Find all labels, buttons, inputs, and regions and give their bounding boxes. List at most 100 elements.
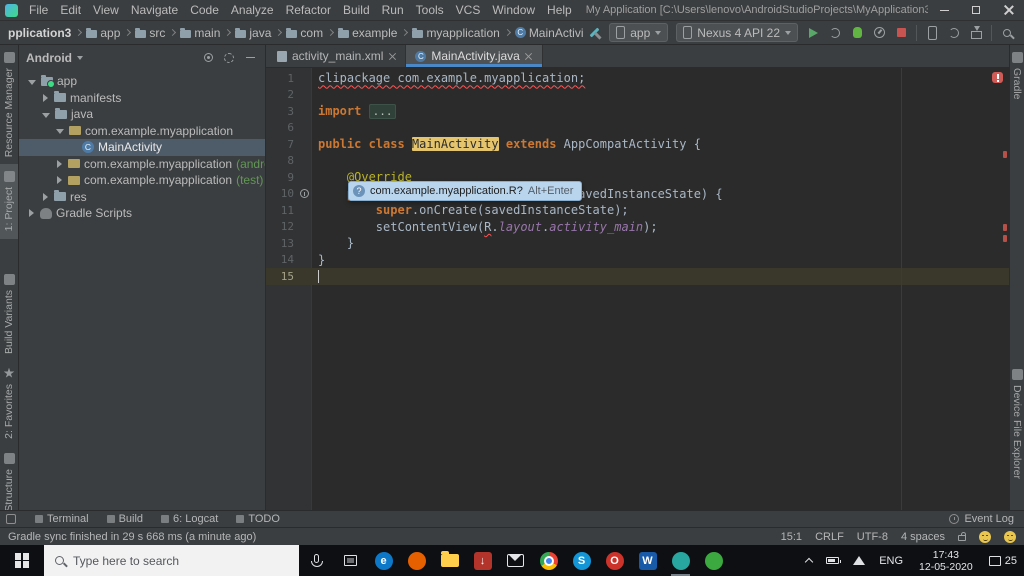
run-configuration-select[interactable]: app [609, 23, 669, 42]
indent-setting[interactable]: 4 spaces [901, 531, 945, 543]
taskbar-opera[interactable]: O [598, 545, 631, 576]
tree-item-java[interactable]: java [19, 106, 265, 123]
stop-button[interactable] [890, 23, 912, 43]
taskbar-skype[interactable]: S [565, 545, 598, 576]
apply-changes-button[interactable] [824, 23, 846, 43]
menu-help[interactable]: Help [541, 0, 578, 20]
taskbar-edge[interactable]: e [367, 545, 400, 576]
project-view-selector[interactable]: Android [26, 51, 72, 65]
tool-stripe-7-structure[interactable]: 7: Structure [0, 446, 18, 510]
menu-vcs[interactable]: VCS [450, 0, 487, 20]
tab-activity-main-xml[interactable]: activity_main.xml [268, 45, 407, 67]
search-everywhere-button[interactable] [996, 23, 1018, 43]
profile-button[interactable] [868, 23, 890, 43]
device-select[interactable]: Nexus 4 API 22 [676, 23, 798, 42]
menu-file[interactable]: File [23, 0, 54, 20]
taskbar-clock[interactable]: 17:43 12-05-2020 [910, 549, 982, 573]
breadcrumb-main[interactable]: main [178, 26, 222, 40]
taskbar-camera[interactable] [697, 545, 730, 576]
error-stripe-mark[interactable] [1003, 235, 1007, 242]
taskbar-idm[interactable]: ↓ [466, 545, 499, 576]
mood-smiley-icon[interactable] [1004, 530, 1016, 543]
close-button[interactable] [992, 0, 1024, 20]
task-view-button[interactable] [333, 545, 367, 576]
event-log-button[interactable]: Event Log [949, 513, 1018, 525]
taskbar-mail[interactable] [499, 545, 532, 576]
code-line-1[interactable]: 1 clipackage com.example.myapplication; [266, 70, 1009, 87]
code-line-15[interactable]: 15 [266, 268, 1009, 285]
code-line-8[interactable]: 8 [266, 153, 1009, 170]
tray-expand-button[interactable] [799, 545, 819, 576]
build-project-button[interactable] [583, 23, 605, 43]
toolwindow-todo[interactable]: TODO [227, 513, 289, 525]
menu-navigate[interactable]: Navigate [125, 0, 184, 20]
tree-item-gradle-scripts[interactable]: Gradle Scripts [19, 205, 265, 222]
toolwindow-switcher-icon[interactable] [6, 514, 16, 524]
tree-item-com-example-myapplication[interactable]: com.example.myapplication [19, 123, 265, 140]
intention-tooltip[interactable]: ? com.example.myapplication.R? Alt+Enter [348, 181, 583, 201]
locate-file-button[interactable] [200, 50, 216, 66]
tool-stripe-device-file-explorer[interactable]: Device File Explorer [1010, 362, 1024, 486]
caret-position[interactable]: 15:1 [781, 531, 802, 543]
taskbar-firefox[interactable] [400, 545, 433, 576]
minimize-button[interactable] [928, 0, 960, 20]
action-center-button[interactable]: 25 [982, 545, 1024, 576]
toolwindow-build[interactable]: Build [98, 513, 152, 525]
language-indicator[interactable]: ENG [872, 545, 910, 576]
menu-tools[interactable]: Tools [410, 0, 450, 20]
breadcrumb-app[interactable]: app [84, 26, 122, 40]
override-marker-icon[interactable] [300, 189, 309, 198]
start-button[interactable] [0, 545, 44, 576]
error-indicator-icon[interactable] [992, 72, 1003, 83]
code-line-12[interactable]: 12 setContentView(R.layout.activity_main… [266, 219, 1009, 236]
menu-edit[interactable]: Edit [54, 0, 87, 20]
menu-refactor[interactable]: Refactor [280, 0, 337, 20]
menu-view[interactable]: View [87, 0, 125, 20]
taskbar-word[interactable]: W [631, 545, 664, 576]
tool-stripe-2-favorites[interactable]: 2: Favorites [0, 361, 18, 446]
menu-build[interactable]: Build [337, 0, 376, 20]
code-editor[interactable]: 1 clipackage com.example.myapplication; 2 3… [266, 68, 1009, 510]
breadcrumb-pplication3[interactable]: pplication3 [6, 26, 73, 40]
taskbar-search-box[interactable]: Type here to search [44, 545, 299, 576]
menu-analyze[interactable]: Analyze [225, 0, 280, 20]
file-encoding[interactable]: UTF-8 [857, 531, 888, 543]
taskbar-file-explorer[interactable] [433, 545, 466, 576]
sync-gradle-button[interactable] [943, 23, 965, 43]
taskbar-android-studio[interactable] [664, 545, 697, 576]
status-message[interactable]: Gradle sync finished in 29 s 668 ms (a m… [8, 531, 256, 543]
breadcrumb-java[interactable]: java [233, 26, 273, 40]
taskbar-chrome[interactable] [532, 545, 565, 576]
code-line-6[interactable]: 6 [266, 120, 1009, 137]
line-separator[interactable]: CRLF [815, 531, 844, 543]
readonly-lock-icon[interactable] [958, 532, 966, 541]
breadcrumb-mainactivity[interactable]: MainActivity [513, 26, 583, 40]
network-status[interactable] [846, 545, 872, 576]
sdk-manager-button[interactable] [965, 23, 987, 43]
menu-run[interactable]: Run [376, 0, 410, 20]
microphone-button[interactable] [299, 545, 333, 576]
maximize-button[interactable] [960, 0, 992, 20]
tree-item-mainactivity[interactable]: MainActivity [19, 139, 265, 156]
tool-stripe-gradle[interactable]: Gradle [1010, 45, 1024, 107]
tab-mainactivity-java[interactable]: MainActivity.java [406, 45, 543, 67]
error-stripe-mark[interactable] [1003, 224, 1007, 231]
tree-item-com-example-myapplication-test[interactable]: com.example.myapplication (test) [19, 172, 265, 189]
tool-stripe-build-variants[interactable]: Build Variants [0, 267, 18, 361]
toolwindow-6-logcat[interactable]: 6: Logcat [152, 513, 227, 525]
toolwindow-terminal[interactable]: Terminal [26, 513, 98, 525]
hide-panel-button[interactable] [242, 50, 258, 66]
breadcrumb-myapplication[interactable]: myapplication [410, 26, 501, 40]
menu-window[interactable]: Window [486, 0, 541, 20]
close-tab-icon[interactable] [388, 52, 396, 60]
tree-item-manifests[interactable]: manifests [19, 90, 265, 107]
tree-item-com-example-myapplication-androidtest[interactable]: com.example.myapplication (androidTest) [19, 156, 265, 173]
project-settings-button[interactable] [221, 50, 237, 66]
battery-status[interactable] [819, 545, 846, 576]
code-line-13[interactable]: 13 } [266, 235, 1009, 252]
code-line-14[interactable]: 14} [266, 252, 1009, 269]
code-line-3[interactable]: 3 import ... [266, 103, 1009, 120]
tool-stripe-1-project[interactable]: 1: Project [0, 164, 18, 239]
error-stripe-mark[interactable] [1003, 151, 1007, 158]
tree-item-app[interactable]: app [19, 73, 265, 90]
